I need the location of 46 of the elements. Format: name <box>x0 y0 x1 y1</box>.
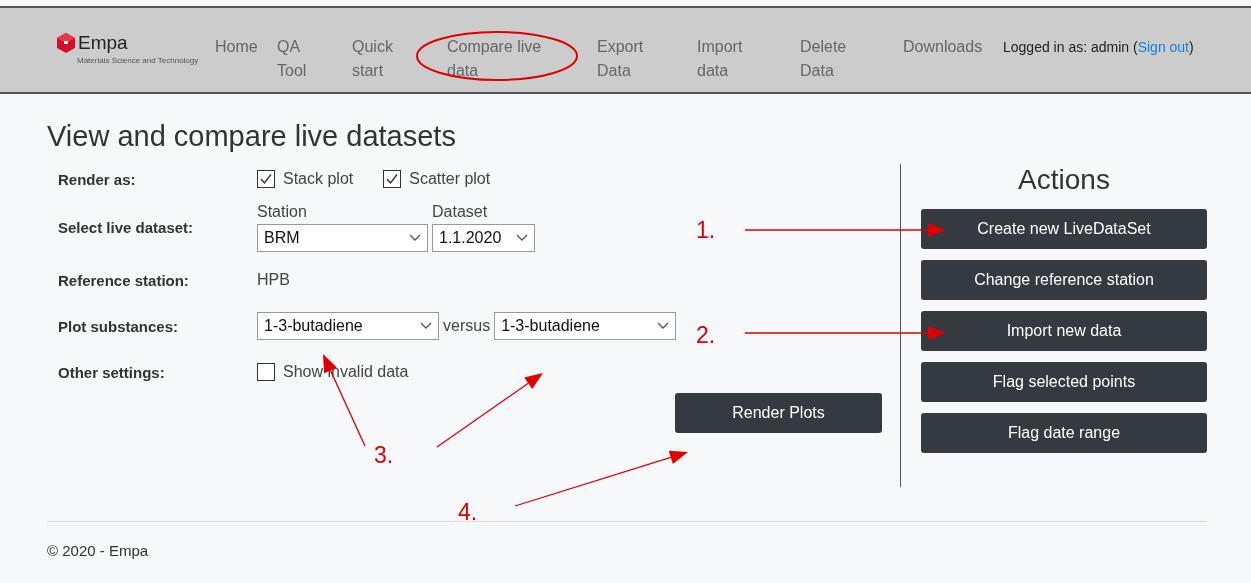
logo-icon <box>57 33 75 53</box>
dropdown[interactable]: BRM <box>257 223 428 252</box>
field-label: Select live dataset: <box>58 218 195 236</box>
field-caption: Dataset <box>432 202 489 221</box>
page-title: View and compare live datasets <box>47 120 457 153</box>
annotation-number: 2. <box>696 322 716 349</box>
nav-link[interactable]: Quick start <box>352 35 400 83</box>
footer-text: © 2020 - Empa <box>47 521 1207 559</box>
checkbox-label: Stack plot <box>283 170 354 188</box>
dropdown[interactable]: 1-3-butadiene <box>494 312 677 340</box>
checkbox[interactable] <box>383 170 402 188</box>
field-label: Render as: <box>58 170 137 188</box>
nav-link[interactable]: Downloads <box>903 35 1003 59</box>
action-button[interactable]: Import new data <box>921 311 1207 351</box>
checkbox[interactable] <box>257 363 275 381</box>
nav-link[interactable]: Import data <box>697 35 757 83</box>
checkbox-label: Scatter plot <box>409 170 491 188</box>
chevron-icon <box>420 322 432 330</box>
dropdown[interactable]: 1-3-butadiene <box>257 312 439 340</box>
nav-link[interactable]: Compare live data <box>447 35 557 83</box>
logo-tagline: Materials Science and Technology <box>77 56 200 65</box>
chevron-icon <box>409 233 421 242</box>
field-value: HPB <box>257 271 290 289</box>
chevron-icon <box>516 233 528 242</box>
joiner-text: versus <box>443 317 491 335</box>
actions-heading: Actions <box>1017 164 1111 197</box>
checkbox[interactable] <box>257 170 275 188</box>
action-button[interactable]: Flag date range <box>921 413 1207 453</box>
login-text: Logged in as: admin (Sign out) <box>1003 38 1195 57</box>
field-label: Reference station: <box>58 271 190 289</box>
nav-link[interactable]: Export Data <box>597 35 657 83</box>
action-button[interactable]: Create new LiveDataSet <box>921 209 1207 249</box>
action-button[interactable]: Flag selected points <box>921 362 1207 402</box>
action-button[interactable]: Change reference station <box>921 260 1207 300</box>
field-label: Other settings: <box>58 363 166 381</box>
dropdown[interactable]: 1.1.2020 <box>432 223 535 252</box>
chevron-icon <box>657 322 670 330</box>
logo-text[interactable]: Empa <box>78 32 128 54</box>
field-caption: Station <box>257 202 308 221</box>
nav-link[interactable]: Home <box>215 35 277 59</box>
nav-link[interactable]: Delete Data <box>800 35 860 83</box>
render-plots-button[interactable]: Render Plots <box>675 393 882 433</box>
nav-link[interactable]: QA Tool <box>277 35 317 83</box>
annotation-number: 1. <box>696 217 716 244</box>
annotation-number: 3. <box>374 442 394 469</box>
field-label: Plot substances: <box>58 317 180 335</box>
